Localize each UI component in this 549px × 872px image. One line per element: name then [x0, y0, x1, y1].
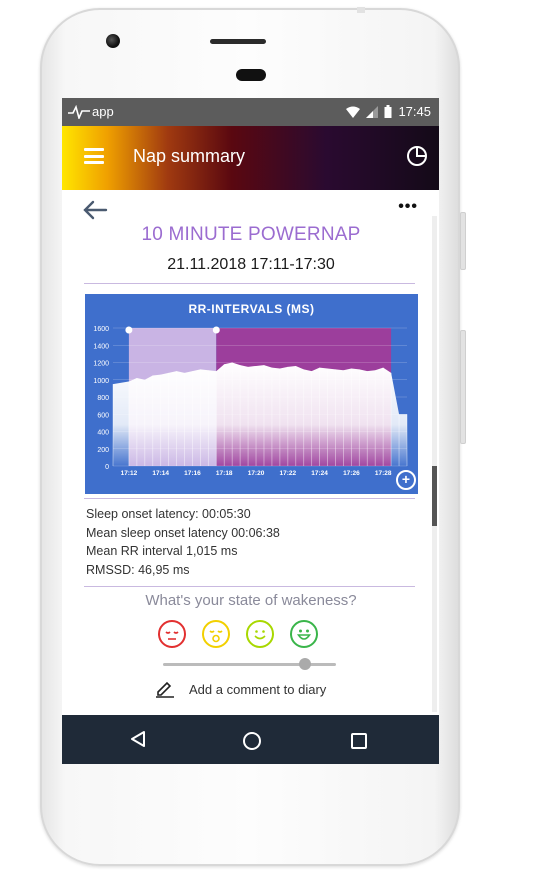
heartbeat-icon	[68, 104, 90, 119]
y-tick-label: 400	[97, 430, 109, 437]
nap-stats: Sleep onset latency: 00:05:30 Mean sleep…	[86, 505, 280, 579]
y-tick-label: 1400	[93, 343, 109, 350]
x-tick-label: 17:24	[311, 470, 328, 477]
nav-home-icon[interactable]	[243, 732, 261, 750]
phone-top-nub	[357, 7, 365, 13]
sleepy-face-icon[interactable]	[158, 620, 186, 648]
back-arrow-icon[interactable]	[82, 200, 108, 220]
status-app: app	[68, 104, 114, 119]
divider	[84, 498, 415, 499]
status-time: 17:45	[398, 104, 431, 119]
x-tick-label: 17:28	[375, 470, 392, 477]
yawning-face-icon[interactable]	[202, 620, 230, 648]
wakeness-question: What's your state of wakeness?	[145, 592, 357, 609]
phase-marker-awake	[125, 326, 133, 334]
y-tick-label: 800	[97, 395, 109, 402]
status-bar: app 17:45	[62, 98, 439, 126]
rr-intervals-chart: RR-INTERVALS (MS) 0 200 400 600 800 1000 1200 1…	[85, 294, 418, 494]
add-comment-button[interactable]: Add a comment to diary	[155, 680, 326, 698]
mean-sleep-onset-latency: Mean sleep onset latency 00:06:38	[86, 525, 280, 540]
wakeness-faces	[158, 620, 318, 648]
android-nav-bar	[62, 715, 439, 764]
x-tick-label: 17:14	[152, 470, 169, 477]
scrollbar-thumb[interactable]	[432, 466, 437, 526]
chart-plot: 0 200 400 600 800 1000 1200 1400 1600 17:12 17:14 1…	[93, 326, 408, 477]
y-tick-label: 1200	[93, 361, 109, 368]
status-app-label: app	[92, 104, 114, 119]
rr-series-area	[113, 362, 407, 466]
earpiece	[236, 69, 266, 81]
wakeness-slider-knob[interactable]	[299, 658, 311, 670]
y-tick-label: 200	[97, 447, 109, 454]
battery-icon	[384, 105, 392, 118]
front-camera	[106, 34, 120, 48]
divider	[84, 586, 415, 587]
nap-title: 10 MINUTE POWERNAP	[141, 224, 361, 245]
phone-screen: app 17:45 Nap summary ••• 10 MINUTE POWE…	[62, 98, 439, 764]
x-tick-label: 17:12	[121, 470, 138, 477]
app-bar-title: Nap summary	[133, 146, 246, 166]
smile-face-icon[interactable]	[246, 620, 274, 648]
hamburger-menu-icon[interactable]	[84, 148, 104, 164]
wifi-icon	[346, 106, 361, 118]
zoom-in-icon[interactable]: +	[396, 470, 416, 490]
sleep-onset-latency: Sleep onset latency: 00:05:30	[86, 507, 251, 521]
pie-chart-icon[interactable]	[405, 144, 429, 168]
x-tick-label: 17:16	[184, 470, 201, 477]
divider	[84, 283, 415, 284]
proximity-sensor	[210, 39, 266, 44]
nav-recents-icon[interactable]	[351, 733, 367, 749]
mean-rr-interval: Mean RR interval 1,015 ms	[86, 544, 238, 558]
power-button	[460, 330, 466, 444]
add-comment-label: Add a comment to diary	[189, 681, 327, 697]
y-tick-label: 600	[97, 412, 109, 419]
x-tick-label: 17:18	[216, 470, 233, 477]
nav-back-icon[interactable]	[130, 731, 146, 747]
happy-face-icon[interactable]	[290, 620, 318, 648]
rmssd: RMSSD: 46,95 ms	[86, 562, 190, 577]
y-tick-label: 1000	[93, 378, 109, 385]
y-tick-label: 1600	[93, 326, 109, 333]
phase-marker-sleep	[212, 326, 220, 334]
scrollbar-track[interactable]	[432, 216, 437, 712]
nap-summary-content: ••• 10 MINUTE POWERNAP 21.11.2018 17:11-…	[62, 190, 430, 715]
x-tick-label: 17:20	[248, 470, 265, 477]
more-options-icon[interactable]: •••	[398, 198, 418, 216]
y-tick-label: 0	[105, 464, 109, 471]
x-tick-label: 17:22	[279, 470, 296, 477]
nap-date-range: 21.11.2018 17:11-17:30	[167, 256, 335, 273]
status-right: 17:45	[346, 104, 431, 119]
volume-button	[460, 212, 466, 270]
x-tick-label: 17:26	[343, 470, 360, 477]
app-bar: Nap summary	[62, 126, 439, 190]
cellular-signal-icon	[366, 105, 379, 118]
pencil-icon	[156, 681, 174, 698]
